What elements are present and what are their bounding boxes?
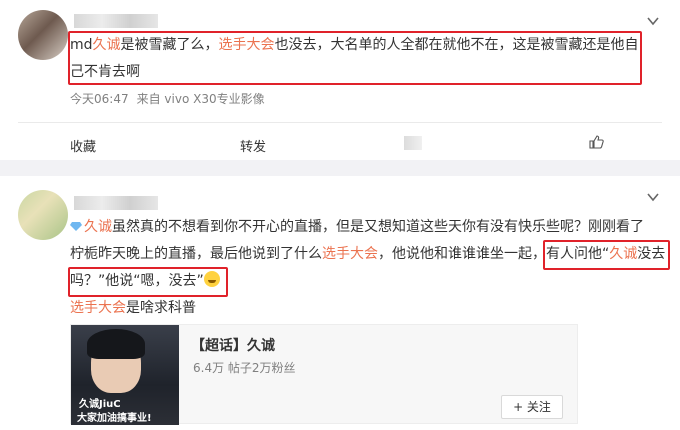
post-card-1: md久诚是被雪藏了么，选手大会也没去，大名单的人全都在就他不在，这是被雪藏还是他… <box>0 0 680 160</box>
divider <box>18 122 662 123</box>
super-topic-card[interactable]: 久诚JiuC 大家加油搞事业! 【超话】久诚 6.4万 帖子2万粉丝 + 关注 <box>70 324 578 425</box>
post-card-2: 久诚虽然真的不想看到你不开心的直播，但是又想知道这些天你有没有快乐些呢？刚刚看了… <box>0 176 680 430</box>
chevron-down-icon[interactable] <box>646 190 660 204</box>
forward-button[interactable]: 转发 <box>240 136 266 155</box>
post-source: 来自 vivo X30专业影像 <box>136 92 265 106</box>
avatar[interactable] <box>18 10 68 60</box>
topic-link[interactable]: 选手大会 <box>322 246 378 262</box>
topic-stats: 6.4万 帖子2万粉丝 <box>193 361 296 375</box>
post-text-line-1: 久诚虽然真的不想看到你不开心的直播，但是又想知道这些天你有没有快乐些呢？刚刚看了 <box>70 214 644 241</box>
avatar[interactable] <box>18 190 68 240</box>
post-text-line-4: 选手大会是啥求科普 <box>70 300 196 316</box>
topic-link[interactable]: 久诚 <box>84 219 112 235</box>
username-blurred[interactable] <box>74 14 158 28</box>
highlight-box <box>68 267 228 297</box>
topic-link[interactable]: 选手大会 <box>70 300 126 316</box>
follow-button[interactable]: + 关注 <box>501 395 563 419</box>
highlight-box <box>68 31 642 85</box>
topic-cover-image: 久诚JiuC 大家加油搞事业! <box>71 325 179 425</box>
username-blurred[interactable] <box>74 196 158 210</box>
cover-caption: 大家加油搞事业! <box>77 413 152 424</box>
like-icon[interactable] <box>588 134 604 150</box>
chevron-down-icon[interactable] <box>646 14 660 28</box>
collect-button[interactable]: 收藏 <box>70 136 96 155</box>
post-time[interactable]: 今天06:47 <box>70 92 129 106</box>
post-meta: 今天06:47 来自 vivo X30专业影像 <box>70 90 273 107</box>
cover-caption: 久诚JiuC <box>79 399 121 410</box>
highlight-box <box>543 240 670 270</box>
topic-title[interactable]: 【超话】久诚 <box>191 335 275 355</box>
portrait-hair <box>87 329 145 359</box>
super-topic-diamond-icon <box>70 222 82 231</box>
comment-button-blurred[interactable] <box>404 136 422 150</box>
